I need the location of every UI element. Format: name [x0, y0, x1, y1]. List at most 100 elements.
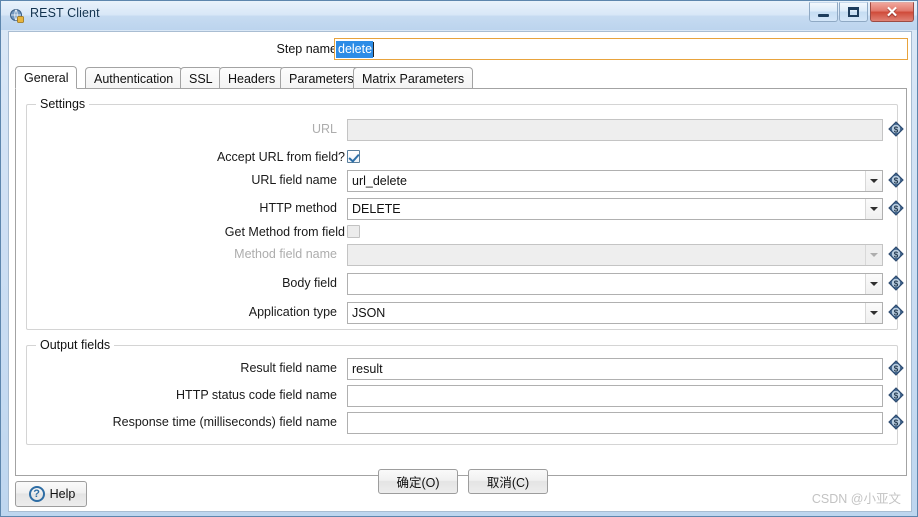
variable-dollar-icon[interactable]: $ [888, 275, 904, 291]
settings-group-title: Settings [36, 97, 90, 111]
maximize-button[interactable] [839, 2, 868, 22]
field-row-response-time: Response time (milliseconds) field name … [27, 412, 904, 434]
body-field-combo[interactable] [347, 273, 883, 295]
chevron-down-icon [865, 245, 882, 265]
field-row-result: Result field name result $ [27, 358, 904, 380]
variable-dollar-icon[interactable]: $ [888, 246, 904, 262]
tab-panel-general: Settings URL $ Accept URL from field? UR… [15, 88, 907, 476]
rest-client-icon [10, 9, 24, 23]
tab-parameters[interactable]: Parameters [280, 67, 363, 89]
tab-label: SSL [189, 72, 213, 86]
rest-client-window: REST Client ✕ Step name delete General A… [0, 0, 918, 517]
tab-label: Authentication [94, 72, 174, 86]
url-field-name-combo[interactable]: url_delete [347, 170, 883, 192]
http-method-combo[interactable]: DELETE [347, 198, 883, 220]
response-time-field-input[interactable] [347, 412, 883, 434]
svg-text:$: $ [894, 204, 899, 213]
watermark-text: CSDN @小亚文 [811, 492, 901, 506]
svg-text:$: $ [894, 418, 899, 427]
application-type-value: JSON [347, 302, 883, 324]
svg-text:$: $ [894, 364, 899, 373]
variable-dollar-icon[interactable]: $ [888, 121, 904, 137]
tab-headers[interactable]: Headers [219, 67, 285, 89]
chevron-down-icon[interactable] [865, 303, 882, 323]
text-caret [373, 41, 375, 57]
field-row-method-field-name: Method field name $ [27, 244, 904, 266]
field-row-http-method: HTTP method DELETE $ [27, 198, 904, 220]
settings-group: Settings URL $ Accept URL from field? UR… [26, 97, 904, 330]
get-method-checkbox[interactable] [347, 225, 360, 238]
field-row-accept-url: Accept URL from field? [27, 147, 899, 169]
application-type-combo[interactable]: JSON [347, 302, 883, 324]
svg-text:$: $ [894, 308, 899, 317]
svg-text:$: $ [894, 176, 899, 185]
chevron-down-icon[interactable] [865, 171, 882, 191]
close-button[interactable]: ✕ [870, 2, 914, 22]
cancel-button[interactable]: 取消(C) [468, 469, 548, 494]
method-field-name-value [347, 244, 883, 266]
status-code-field-label: HTTP status code field name [176, 388, 337, 402]
body-field-label: Body field [282, 276, 337, 290]
tab-ssl[interactable]: SSL [180, 67, 222, 89]
tab-label: Parameters [289, 72, 354, 86]
tab-matrix-parameters[interactable]: Matrix Parameters [353, 67, 474, 89]
url-input [347, 119, 883, 141]
accept-url-checkbox[interactable] [347, 150, 360, 163]
svg-text:$: $ [894, 125, 899, 134]
chevron-down-icon[interactable] [865, 274, 882, 294]
window-title: REST Client [30, 6, 100, 20]
step-name-input[interactable]: delete [334, 38, 908, 60]
output-fields-group-title: Output fields [36, 338, 115, 352]
svg-text:$: $ [894, 279, 899, 288]
status-code-field-input[interactable] [347, 385, 883, 407]
cancel-button-label: 取消(C) [486, 476, 530, 490]
application-type-label: Application type [248, 305, 337, 319]
accept-url-label: Accept URL from field? [216, 150, 345, 164]
url-field-name-label: URL field name [251, 173, 337, 187]
variable-dollar-icon[interactable]: $ [888, 304, 904, 320]
variable-dollar-icon[interactable]: $ [888, 360, 904, 376]
output-fields-group: Output fields Result field name result $… [26, 338, 904, 445]
ok-button[interactable]: 确定(O) [378, 469, 458, 494]
tab-label: Headers [228, 72, 276, 86]
chevron-down-icon[interactable] [865, 199, 882, 219]
step-name-label: Step name [276, 42, 337, 56]
close-icon: ✕ [885, 3, 899, 21]
field-row-body-field: Body field $ [27, 273, 904, 295]
tab-strip: General Authentication SSL Headers Param… [15, 66, 907, 89]
tab-authentication[interactable]: Authentication [85, 67, 183, 89]
field-row-get-method: Get Method from field [27, 222, 899, 244]
response-time-field-label: Response time (milliseconds) field name [112, 415, 337, 429]
method-field-name-label: Method field name [234, 247, 337, 261]
help-button[interactable]: ? Help [15, 481, 87, 507]
step-name-value: delete [336, 40, 374, 58]
dialog-client-area: Step name delete General Authentication … [8, 31, 912, 512]
result-field-input[interactable]: result [347, 358, 883, 380]
minimize-icon [810, 3, 837, 21]
url-label: URL [311, 122, 337, 136]
maximize-icon [840, 3, 867, 21]
field-row-url: URL $ [27, 119, 904, 141]
question-mark-icon: ? [28, 486, 45, 502]
get-method-label: Get Method from field [224, 225, 345, 239]
result-field-label: Result field name [240, 361, 337, 375]
variable-dollar-icon[interactable]: $ [888, 414, 904, 430]
url-field-name-value: url_delete [347, 170, 883, 192]
field-row-application-type: Application type JSON $ [27, 302, 904, 324]
svg-text:$: $ [894, 250, 899, 259]
tab-label: General [24, 71, 69, 85]
variable-dollar-icon[interactable]: $ [888, 172, 904, 188]
body-field-value [347, 273, 883, 295]
field-row-url-field-name: URL field name url_delete $ [27, 170, 904, 192]
variable-dollar-icon[interactable]: $ [888, 387, 904, 403]
svg-text:$: $ [894, 391, 899, 400]
http-method-label: HTTP method [259, 201, 337, 215]
ok-button-label: 确定(O) [396, 476, 440, 490]
tab-general[interactable]: General [15, 66, 78, 89]
help-button-label: Help [49, 487, 76, 501]
window-titlebar[interactable]: REST Client ✕ [1, 1, 917, 30]
method-field-name-combo [347, 244, 883, 266]
minimize-button[interactable] [809, 2, 838, 22]
tab-label: Matrix Parameters [362, 72, 465, 86]
variable-dollar-icon[interactable]: $ [888, 200, 904, 216]
